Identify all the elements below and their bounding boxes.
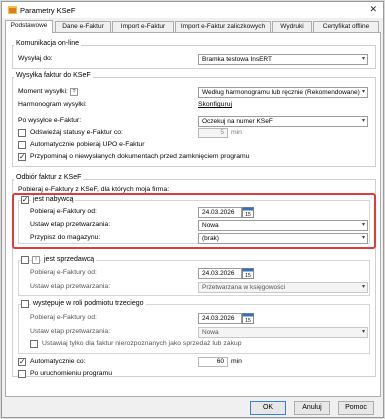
- seller-date-label: Pobieraj e-Faktury od:: [30, 269, 97, 276]
- on-start-label: Po uruchomieniu programu: [30, 370, 112, 377]
- send-mode-select[interactable]: Według harmonogramu lub ręcznie (Rekomen…: [198, 87, 368, 98]
- schedule-label: Harmonogram wysyłki:: [18, 101, 87, 108]
- help-button[interactable]: Pomoc: [338, 401, 374, 415]
- title-bar: Parametry KSeF ✕: [2, 2, 383, 18]
- seller-date-input[interactable]: 24.03.2026: [198, 268, 242, 279]
- dialog-window: Parametry KSeF ✕ Podstawowe Dane e-Faktu…: [1, 1, 384, 418]
- calendar-icon[interactable]: 15: [242, 207, 254, 218]
- checkmark-icon: ✓: [19, 152, 26, 161]
- send-to-select[interactable]: Bramka testowa InsERT ▾: [198, 54, 368, 65]
- buyer-label: jest nabywcą: [31, 196, 76, 203]
- help-icon[interactable]: !: [32, 256, 40, 264]
- seller-stage-label: Ustaw etap przetwarzania:: [30, 283, 111, 290]
- online-group-title: Komunikacja on-line: [14, 40, 82, 47]
- buyer-stage-value: Nowa: [202, 222, 219, 229]
- refresh-interval-input[interactable]: 5: [198, 128, 228, 138]
- buyer-warehouse-select[interactable]: (brak) ▾: [198, 233, 368, 244]
- cancel-button[interactable]: Anuluj: [294, 401, 330, 415]
- seller-stage-value: Przetwarzana w księgowości: [202, 284, 286, 291]
- auto-upo-checkbox[interactable]: [18, 141, 26, 149]
- seller-label: jest sprzedawcą: [42, 256, 97, 263]
- third-stage-label: Ustaw etap przetwarzania:: [30, 328, 111, 335]
- buyer-date-input[interactable]: 24.03.2026: [198, 207, 242, 218]
- tab-panel-podstawowe: Komunikacja on-line Wysyłaj do: Bramka t…: [5, 32, 381, 397]
- third-date-input[interactable]: 24.03.2026: [198, 313, 242, 324]
- sending-group-title: Wysyłka faktur do KSeF: [14, 72, 93, 79]
- svg-text:15: 15: [245, 318, 251, 324]
- ok-button[interactable]: OK: [250, 401, 286, 415]
- auto-fetch-label: Automatycznie co:: [30, 358, 86, 365]
- chevron-down-icon: ▾: [361, 118, 365, 124]
- chevron-down-icon: ▾: [361, 56, 365, 62]
- chevron-down-icon: ▾: [361, 329, 365, 335]
- configure-schedule-link[interactable]: Skonfiguruj: [198, 101, 232, 108]
- auto-upo-label: Automatycznie pobieraj UPO e-Faktur: [30, 141, 145, 148]
- calendar-icon[interactable]: 15: [242, 268, 254, 279]
- calendar-icon[interactable]: 15: [242, 313, 254, 324]
- chevron-down-icon: ▾: [361, 284, 365, 290]
- after-send-label: Po wysyłce e-Faktur:: [18, 117, 82, 124]
- checkmark-icon: ✓: [22, 195, 29, 204]
- svg-text:15: 15: [245, 212, 251, 218]
- window-title: Parametry KSeF: [20, 6, 76, 15]
- chevron-down-icon: ▾: [361, 89, 365, 95]
- tab-import-zaliczkowych[interactable]: Import e-Faktur zaliczkowych: [175, 21, 271, 32]
- remind-unsent-checkbox[interactable]: ✓: [18, 152, 26, 161]
- close-icon[interactable]: ✕: [369, 4, 377, 15]
- auto-fetch-checkbox[interactable]: ✓: [18, 357, 26, 366]
- auto-fetch-interval-input[interactable]: 60: [198, 357, 228, 367]
- send-to-label: Wysyłaj do:: [18, 55, 53, 62]
- tab-certyfikat-offline[interactable]: Certyfikat offline: [313, 21, 379, 32]
- on-start-checkbox[interactable]: [18, 370, 26, 378]
- send-to-value: Bramka testowa InsERT: [202, 56, 272, 63]
- help-icon[interactable]: ?: [70, 88, 78, 96]
- after-send-value: Oczekuj na numer KSeF: [202, 118, 273, 125]
- tab-import-e-faktur[interactable]: Import e-Faktur: [112, 21, 174, 32]
- checkmark-icon: ✓: [19, 357, 26, 366]
- only-unrecognized-checkbox[interactable]: [30, 340, 38, 348]
- buyer-date-label: Pobieraj e-Faktury od:: [30, 208, 97, 215]
- buyer-warehouse-value: (brak): [202, 235, 219, 242]
- refresh-status-checkbox[interactable]: [18, 129, 26, 137]
- chevron-down-icon: ▾: [361, 222, 365, 228]
- auto-fetch-unit-label: min: [231, 358, 242, 365]
- seller-stage-select[interactable]: Przetwarzana w księgowości ▾: [198, 282, 368, 293]
- receiving-group-title: Odbiór faktur z KSeF: [14, 174, 84, 181]
- tab-podstawowe[interactable]: Podstawowe: [5, 20, 53, 33]
- refresh-unit-label: min: [231, 129, 242, 136]
- tab-dane-e-faktur[interactable]: Dane e-Faktur: [55, 21, 111, 32]
- receiving-intro: Pobieraj e-Faktury z KSeF, dla których m…: [18, 186, 170, 193]
- third-party-label: występuje w roli podmiotu trzeciego: [31, 300, 146, 307]
- refresh-status-label: Odświeżaj statusy e-Faktur co:: [30, 129, 123, 136]
- chevron-down-icon: ▾: [361, 235, 365, 241]
- seller-checkbox[interactable]: [21, 256, 29, 264]
- tab-wydruki[interactable]: Wydruki: [272, 21, 312, 32]
- only-unrecognized-label: Ustawiaj tylko dla faktur nierozpoznanyc…: [42, 340, 242, 347]
- after-send-select[interactable]: Oczekuj na numer KSeF ▾: [198, 116, 368, 127]
- buyer-stage-select[interactable]: Nowa ▾: [198, 220, 368, 231]
- third-party-checkbox[interactable]: [21, 300, 29, 308]
- svg-text:15: 15: [245, 273, 251, 279]
- buyer-warehouse-label: Przypisz do magazynu:: [30, 234, 101, 241]
- remind-unsent-label: Przypominaj o niewysłanych dokumentach p…: [30, 153, 250, 160]
- third-stage-select[interactable]: Nowa ▾: [198, 327, 368, 338]
- buyer-checkbox[interactable]: ✓: [21, 195, 29, 204]
- send-mode-value: Według harmonogramu lub ręcznie (Rekomen…: [202, 89, 360, 96]
- third-stage-value: Nowa: [202, 329, 219, 336]
- send-mode-label: Moment wysyłki:: [18, 88, 68, 95]
- third-date-label: Pobieraj e-Faktury od:: [30, 314, 97, 321]
- app-icon: [8, 6, 17, 14]
- buyer-stage-label: Ustaw etap przetwarzania:: [30, 221, 111, 228]
